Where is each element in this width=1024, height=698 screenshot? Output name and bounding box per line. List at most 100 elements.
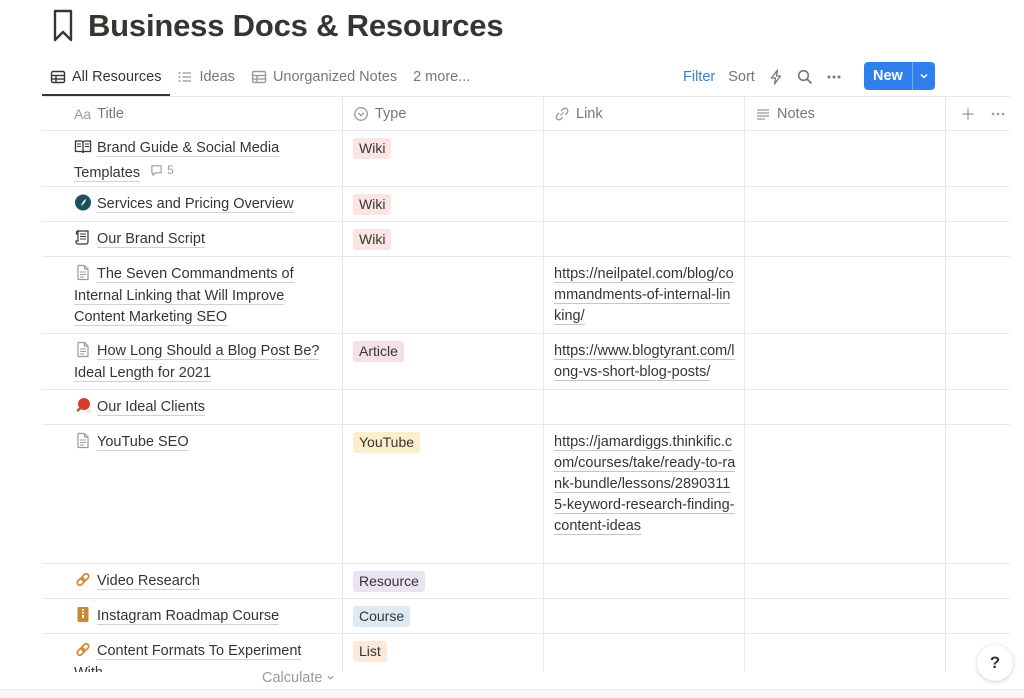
type-tag: List: [353, 641, 387, 662]
lightning-icon[interactable]: [768, 69, 784, 85]
type-cell[interactable]: Wiki: [343, 222, 544, 256]
notes-cell[interactable]: [745, 257, 946, 333]
help-button[interactable]: ?: [977, 645, 1013, 681]
row-link[interactable]: https://neilpatel.com/blog/commandments-…: [554, 266, 734, 325]
title-cell[interactable]: Content Formats To Experiment With: [42, 634, 343, 672]
comment-count-value: 5: [167, 162, 174, 177]
notes-cell[interactable]: [745, 564, 946, 598]
table-row[interactable]: Video Research Resource: [42, 564, 1010, 599]
link-cell[interactable]: [544, 634, 745, 672]
title-cell[interactable]: Brand Guide & Social Media Templates 5: [42, 131, 343, 186]
view-bar: All Resources Ideas Unorganized Notes 2 …: [42, 62, 1010, 96]
row-link[interactable]: https://jamardiggs.thinkific.com/courses…: [554, 434, 736, 535]
sort-button[interactable]: Sort: [728, 69, 755, 85]
type-cell[interactable]: List: [343, 634, 544, 672]
type-cell[interactable]: Course: [343, 599, 544, 633]
column-header-type[interactable]: Type: [343, 97, 544, 130]
spacer-cell: [946, 425, 1010, 563]
type-cell[interactable]: [343, 390, 544, 424]
column-header-title[interactable]: Aa Title: [42, 97, 343, 130]
notes-cell[interactable]: [745, 187, 946, 221]
table-row[interactable]: Instagram Roadmap Course Course: [42, 599, 1010, 634]
tab-unorganized-notes[interactable]: Unorganized Notes: [243, 62, 405, 92]
row-title: The Seven Commandments of Internal Linki…: [74, 266, 294, 326]
notes-cell[interactable]: [745, 599, 946, 633]
table-row[interactable]: The Seven Commandments of Internal Linki…: [42, 257, 1010, 334]
tab-ideas[interactable]: Ideas: [169, 62, 242, 92]
table-row[interactable]: Brand Guide & Social Media Templates 5 W…: [42, 131, 1010, 187]
column-label: Notes: [777, 105, 815, 122]
add-property-icon[interactable]: [960, 106, 976, 122]
row-title: Brand Guide & Social Media Templates: [74, 140, 280, 182]
page-icon: [77, 341, 89, 358]
table-row[interactable]: Services and Pricing Overview Wiki: [42, 187, 1010, 222]
notes-cell[interactable]: [745, 131, 946, 186]
type-tag: Resource: [353, 571, 425, 592]
type-cell[interactable]: Article: [343, 334, 544, 389]
table-icon: [251, 70, 267, 84]
link-cell[interactable]: [544, 390, 745, 424]
link-cell[interactable]: [544, 187, 745, 221]
tab-all-resources[interactable]: All Resources: [42, 62, 169, 92]
title-cell[interactable]: Our Brand Script: [42, 222, 343, 256]
table-row[interactable]: YouTube SEO YouTube https://jamardiggs.t…: [42, 425, 1010, 564]
column-header-notes[interactable]: Notes: [745, 97, 946, 130]
search-icon[interactable]: [797, 69, 813, 85]
column-header-link[interactable]: Link: [544, 97, 745, 130]
title-cell[interactable]: Video Research: [42, 564, 343, 598]
page-title: Business Docs & Resources: [88, 8, 504, 43]
row-link[interactable]: https://www.blogtyrant.com/long-vs-short…: [554, 343, 735, 381]
table-row[interactable]: Our Ideal Clients: [42, 390, 1010, 425]
page-header: Business Docs & Resources: [52, 6, 504, 46]
link-cell[interactable]: https://jamardiggs.thinkific.com/courses…: [544, 425, 745, 563]
link-cell[interactable]: https://neilpatel.com/blog/commandments-…: [544, 257, 745, 333]
title-cell[interactable]: How Long Should a Blog Post Be? Ideal Le…: [42, 334, 343, 389]
table-row[interactable]: Our Brand Script Wiki: [42, 222, 1010, 257]
type-tag: Wiki: [353, 194, 392, 215]
comment-count[interactable]: 5: [150, 160, 174, 182]
new-button[interactable]: New: [864, 62, 912, 90]
notes-cell[interactable]: [745, 425, 946, 563]
link-icon: [76, 572, 90, 587]
more-views-button[interactable]: 2 more...: [405, 62, 478, 92]
notes-cell[interactable]: [745, 334, 946, 389]
more-views-label: 2 more...: [413, 69, 471, 85]
notes-cell[interactable]: [745, 222, 946, 256]
filter-button[interactable]: Filter: [683, 69, 715, 85]
spacer-cell: [946, 390, 1010, 424]
notes-cell[interactable]: [745, 390, 946, 424]
spacer-cell: [946, 564, 1010, 598]
new-dropdown-button[interactable]: [911, 62, 935, 90]
more-options-icon[interactable]: [990, 106, 1006, 122]
table-row[interactable]: How Long Should a Blog Post Be? Ideal Le…: [42, 334, 1010, 390]
type-cell[interactable]: YouTube: [343, 425, 544, 563]
title-cell[interactable]: YouTube SEO: [42, 425, 343, 563]
page-icon: [77, 432, 89, 449]
type-cell[interactable]: [343, 257, 544, 333]
type-cell[interactable]: Wiki: [343, 131, 544, 186]
view-actions: Filter Sort: [683, 62, 842, 92]
type-tag: Wiki: [353, 229, 392, 250]
type-cell[interactable]: Resource: [343, 564, 544, 598]
link-cell[interactable]: [544, 564, 745, 598]
comment-icon: [151, 165, 162, 176]
ping-pong-icon: [76, 398, 92, 414]
link-cell[interactable]: [544, 131, 745, 186]
row-title: Video Research: [97, 573, 200, 590]
more-options-icon[interactable]: [826, 69, 842, 85]
type-tag: Course: [353, 606, 411, 627]
title-cell[interactable]: The Seven Commandments of Internal Linki…: [42, 257, 343, 333]
link-cell[interactable]: [544, 599, 745, 633]
type-cell[interactable]: Wiki: [343, 187, 544, 221]
title-cell[interactable]: Services and Pricing Overview: [42, 187, 343, 221]
table-row[interactable]: Content Formats To Experiment With List: [42, 634, 1010, 672]
chevron-down-icon: [920, 73, 928, 79]
link-cell[interactable]: [544, 222, 745, 256]
type-tag: Wiki: [353, 138, 392, 159]
link-cell[interactable]: https://www.blogtyrant.com/long-vs-short…: [544, 334, 745, 389]
calculate-button[interactable]: Calculate: [262, 670, 335, 686]
column-label: Type: [375, 105, 407, 122]
title-cell[interactable]: Our Ideal Clients: [42, 390, 343, 424]
title-cell[interactable]: Instagram Roadmap Course: [42, 599, 343, 633]
notes-cell[interactable]: [745, 634, 946, 672]
